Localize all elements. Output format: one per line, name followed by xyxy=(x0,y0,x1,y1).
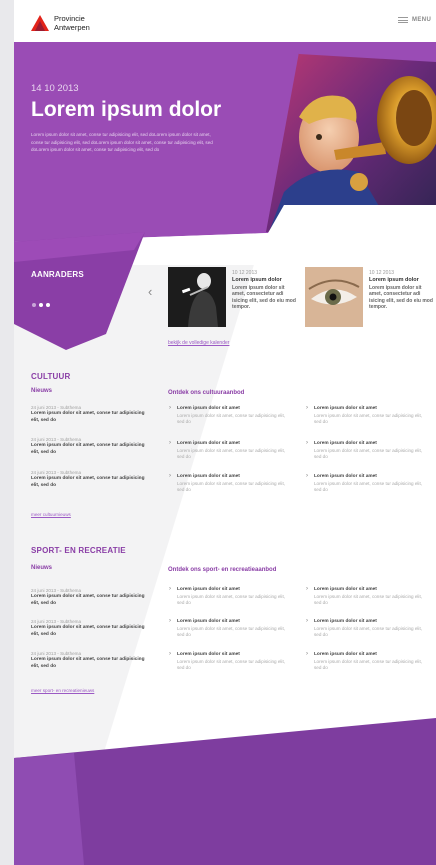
news-date: 24 juni 2013 - Subthema xyxy=(31,437,82,442)
chevron-right-icon: › xyxy=(306,473,308,479)
chevron-right-icon: › xyxy=(306,586,308,592)
offer-title: Lorem ipsum dolor sit amet xyxy=(177,587,240,592)
calendar-link[interactable]: bekijk de volledige kalender xyxy=(168,340,229,346)
offer-text: Lorem ipsum dolor sit amet, conse tur ad… xyxy=(314,659,423,671)
chevron-right-icon: › xyxy=(306,405,308,411)
offer-title: Lorem ipsum dolor sit amet xyxy=(177,406,240,411)
offer-heading: Ontdek ons sport- en recreatieaanbod xyxy=(168,567,277,573)
more-cultuur-news-link[interactable]: meer cultuurnieuws xyxy=(31,512,71,517)
hamburger-icon xyxy=(398,17,408,23)
news-heading: Nieuws xyxy=(31,388,53,394)
offer-text: Lorem ipsum dolor sit amet, conse tur ad… xyxy=(177,448,286,460)
offer-title: Lorem ipsum dolor sit amet xyxy=(314,619,377,624)
offer-title: Lorem ipsum dolor sit amet xyxy=(314,474,377,479)
carousel-dots xyxy=(32,303,50,307)
news-heading: Nieuws xyxy=(31,565,53,571)
offer-title: Lorem ipsum dolor sit amet xyxy=(314,587,377,592)
left-margin xyxy=(0,0,14,865)
news-item[interactable]: Lorem ipsum dolor sit amet, conse tur ad… xyxy=(31,476,149,489)
aanraders-title: AANRADERS xyxy=(31,270,84,279)
offer-text: Lorem ipsum dolor sit amet, conse tur ad… xyxy=(177,626,286,638)
chevron-right-icon: › xyxy=(306,651,308,657)
logo-text[interactable]: Provincie Antwerpen xyxy=(54,14,90,32)
offer-text: Lorem ipsum dolor sit amet, conse tur ad… xyxy=(177,594,286,606)
card-date: 10 12 2013 xyxy=(232,270,258,276)
chevron-right-icon: › xyxy=(169,440,171,446)
site-header: Provincie Antwerpen MENU xyxy=(14,0,436,42)
offer-title: Lorem ipsum dolor sit amet xyxy=(177,619,240,624)
offer-text: Lorem ipsum dolor sit amet, conse tur ad… xyxy=(177,413,286,425)
logo-line-2: Antwerpen xyxy=(54,22,90,32)
card-title[interactable]: Lorem ipsum dolor xyxy=(232,277,282,283)
offer-text: Lorem ipsum dolor sit amet, conse tur ad… xyxy=(177,659,286,671)
card-text: Lorem ipsum dolor sit amet, consectetur … xyxy=(369,285,433,310)
card-image-singer[interactable] xyxy=(168,267,226,327)
logo-icon[interactable] xyxy=(31,15,49,31)
hero-text: Lorem ipsum dolor sit amet, conse tur ad… xyxy=(31,132,213,152)
chevron-right-icon: › xyxy=(169,473,171,479)
offer-text: Lorem ipsum dolor sit amet, conse tur ad… xyxy=(314,594,423,606)
news-date: 24 juni 2013 - Subthema xyxy=(31,470,82,475)
card-title[interactable]: Lorem ipsum dolor xyxy=(369,277,419,283)
menu-label: MENU xyxy=(412,17,432,23)
news-date: 24 juni 2013 - Subthema xyxy=(31,619,82,624)
card-text: Lorem ipsum dolor sit amet, consectetur … xyxy=(232,285,296,310)
offer-text: Lorem ipsum dolor sit amet, conse tur ad… xyxy=(314,626,423,638)
carousel-dot[interactable] xyxy=(32,303,36,307)
offer-title: Lorem ipsum dolor sit amet xyxy=(314,406,377,411)
offer-text: Lorem ipsum dolor sit amet, conse tur ad… xyxy=(314,481,423,493)
chevron-right-icon: › xyxy=(169,651,171,657)
hero-date: 14 10 2013 xyxy=(31,83,79,94)
chevron-right-icon: › xyxy=(169,586,171,592)
offer-title: Lorem ipsum dolor sit amet xyxy=(314,441,377,446)
news-date: 24 juni 2013 - Subthema xyxy=(31,651,82,656)
offer-text: Lorem ipsum dolor sit amet, conse tur ad… xyxy=(314,448,423,460)
offer-title: Lorem ipsum dolor sit amet xyxy=(177,474,240,479)
section-title-cultuur: CULTUUR xyxy=(31,372,71,381)
offer-title: Lorem ipsum dolor sit amet xyxy=(314,652,377,657)
chevron-right-icon: › xyxy=(306,440,308,446)
carousel-prev-icon[interactable]: ‹ xyxy=(148,284,152,299)
news-item[interactable]: Lorem ipsum dolor sit amet, conse tur ad… xyxy=(31,657,149,670)
offer-heading: Ontdek ons cultuuraanbod xyxy=(168,390,245,396)
footer-band xyxy=(14,718,436,865)
chevron-right-icon: › xyxy=(169,405,171,411)
menu-button[interactable]: MENU xyxy=(398,14,436,26)
offer-title: Lorem ipsum dolor sit amet xyxy=(177,441,240,446)
chevron-right-icon: › xyxy=(169,618,171,624)
offer-text: Lorem ipsum dolor sit amet, conse tur ad… xyxy=(314,413,423,425)
news-date: 24 juni 2013 - Subthema xyxy=(31,405,82,410)
section-title-sport: SPORT- EN RECREATIE xyxy=(31,546,126,555)
card-image-eye[interactable] xyxy=(305,267,363,327)
offer-text: Lorem ipsum dolor sit amet, conse tur ad… xyxy=(177,481,286,493)
news-date: 24 juni 2013 - Subthema xyxy=(31,588,82,593)
aanraders-panel xyxy=(14,232,145,350)
carousel-dot[interactable] xyxy=(46,303,50,307)
news-item[interactable]: Lorem ipsum dolor sit amet, conse tur ad… xyxy=(31,625,149,638)
hero-title[interactable]: Lorem ipsum dolor xyxy=(31,98,221,122)
news-item[interactable]: Lorem ipsum dolor sit amet, conse tur ad… xyxy=(31,594,149,607)
chevron-right-icon: › xyxy=(306,618,308,624)
news-item[interactable]: Lorem ipsum dolor sit amet, conse tur ad… xyxy=(31,411,149,424)
offer-title: Lorem ipsum dolor sit amet xyxy=(177,652,240,657)
card-date: 10 12 2013 xyxy=(369,270,395,276)
news-item[interactable]: Lorem ipsum dolor sit amet, conse tur ad… xyxy=(31,443,149,456)
carousel-dot[interactable] xyxy=(39,303,43,307)
